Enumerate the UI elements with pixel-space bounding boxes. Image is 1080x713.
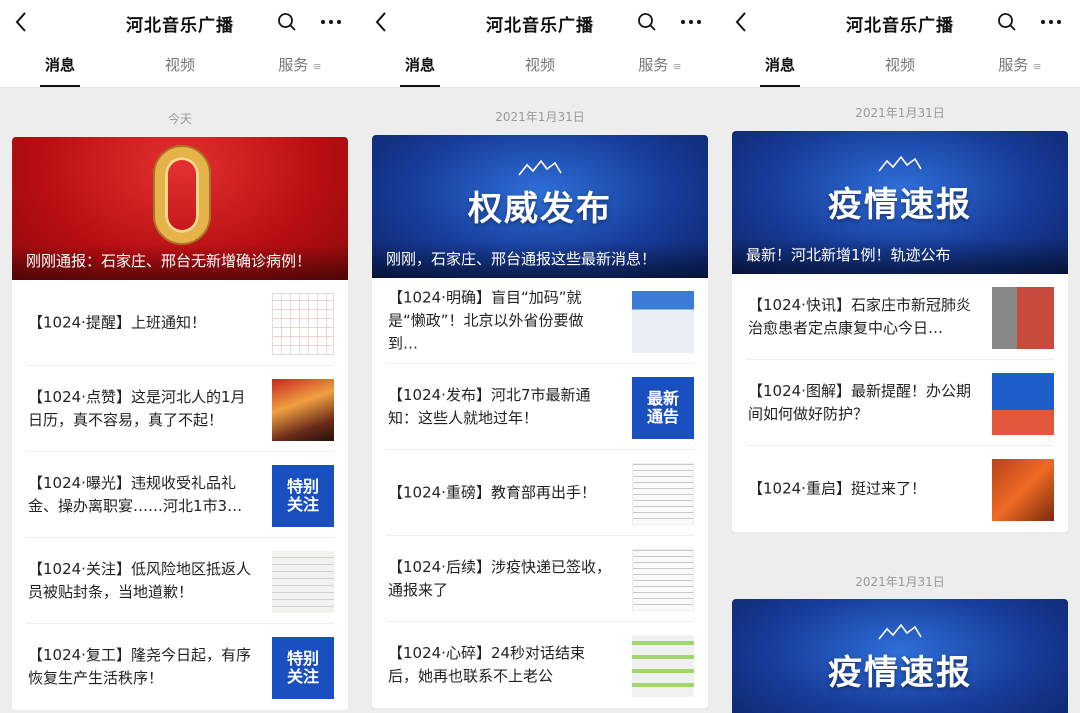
more-icon[interactable] bbox=[680, 13, 702, 31]
banner-title: 权威发布 bbox=[468, 189, 612, 229]
item-title: 【1024·心碎】24秒对话结束后，她再也联系不上老公 bbox=[388, 644, 586, 685]
search-icon[interactable] bbox=[636, 11, 658, 33]
item-thumbnail: 最新 通告 bbox=[632, 377, 694, 439]
tab-video[interactable]: 视频 bbox=[120, 44, 240, 87]
tab-services-label: 服务 bbox=[998, 56, 1029, 74]
item-thumbnail bbox=[992, 459, 1054, 521]
item-thumbnail bbox=[272, 293, 334, 355]
list-item[interactable]: 【1024·复工】隆尧今日起，有序恢复生产生活秩序！ 特别 关注 bbox=[26, 624, 334, 710]
item-title: 【1024·复工】隆尧今日起，有序恢复生产生活秩序！ bbox=[28, 646, 251, 687]
gold-zero-graphic bbox=[155, 147, 209, 243]
account-title: 河北音乐广播 bbox=[126, 16, 234, 36]
list-item[interactable]: 【1024·心碎】24秒对话结束后，她再也联系不上老公 bbox=[386, 622, 694, 708]
tab-services-label: 服务 bbox=[638, 56, 669, 74]
item-thumbnail: 特别 关注 bbox=[272, 637, 334, 699]
item-title: 【1024·快讯】石家庄市新冠肺炎治愈患者定点康复中心今日… bbox=[748, 295, 971, 337]
article-card: 权威发布 刚刚，石家庄、邢台通报这些最新消息！ 【1024·明确】盲目“加码”就… bbox=[372, 135, 708, 708]
top-bar: 河北音乐广播 bbox=[0, 0, 360, 44]
item-title: 【1024·重磅】教育部再出手！ bbox=[388, 483, 596, 501]
tab-video[interactable]: 视频 bbox=[480, 44, 600, 87]
tab-services[interactable]: 服务 ≡ bbox=[960, 44, 1080, 87]
tab-services[interactable]: 服务 ≡ bbox=[240, 44, 360, 87]
tab-services[interactable]: 服务 ≡ bbox=[600, 44, 720, 87]
item-thumbnail bbox=[632, 549, 694, 611]
account-title: 河北音乐广播 bbox=[846, 16, 954, 36]
item-title: 【1024·重启】挺过来了！ bbox=[748, 479, 926, 498]
article-card: 疫情速报 bbox=[732, 599, 1068, 713]
message-date: 2021年1月31日 bbox=[495, 110, 585, 124]
item-title: 【1024·发布】河北7市最新通知：这些人就地过年！ bbox=[388, 385, 591, 427]
banner-headline[interactable]: 刚刚通报：石家庄、邢台无新增确诊病例！ bbox=[12, 137, 348, 280]
more-icon[interactable] bbox=[320, 13, 342, 31]
banner-headline[interactable]: 疫情速报 bbox=[732, 599, 1068, 713]
banner-caption: 最新！河北新增1例！轨迹公布 bbox=[732, 238, 1068, 274]
list-item[interactable]: 【1024·发布】河北7市最新通知：这些人就地过年！ 最新 通告 bbox=[386, 364, 694, 450]
banner-headline[interactable]: 疫情速报 最新！河北新增1例！轨迹公布 bbox=[732, 131, 1068, 274]
tab-messages[interactable]: 消息 bbox=[0, 44, 120, 87]
tab-messages[interactable]: 消息 bbox=[720, 44, 840, 87]
item-thumbnail bbox=[272, 379, 334, 441]
list-item[interactable]: 【1024·后续】涉疫快递已签收，通报来了 bbox=[386, 536, 694, 622]
list-item[interactable]: 【1024·图解】最新提醒！办公期间如何做好防护？ bbox=[746, 360, 1054, 446]
item-thumbnail: 特别 关注 bbox=[272, 465, 334, 527]
message-date: 今天 bbox=[167, 112, 192, 126]
list-item[interactable]: 【1024·重启】挺过来了！ bbox=[746, 446, 1054, 532]
list-item[interactable]: 【1024·点赞】这是河北人的1月日历，真不容易，真了不起！ bbox=[26, 366, 334, 452]
article-card: 刚刚通报：石家庄、邢台无新增确诊病例！ 【1024·提醒】上班通知！ 【1024… bbox=[12, 137, 348, 710]
item-thumbnail bbox=[272, 551, 334, 613]
item-thumbnail bbox=[632, 463, 694, 525]
item-thumbnail bbox=[992, 287, 1054, 349]
list-item[interactable]: 【1024·快讯】石家庄市新冠肺炎治愈患者定点康复中心今日… bbox=[746, 274, 1054, 360]
list-item[interactable]: 【1024·曝光】违规收受礼品礼金、操办离职宴……河北1市3… 特别 关注 bbox=[26, 452, 334, 538]
banner-headline[interactable]: 权威发布 刚刚，石家庄、邢台通报这些最新消息！ bbox=[372, 135, 708, 278]
list-item[interactable]: 【1024·关注】低风险地区抵返人员被贴封条，当地道歉！ bbox=[26, 538, 334, 624]
tab-bar: 消息 视频 服务 ≡ bbox=[0, 44, 360, 88]
item-thumbnail bbox=[632, 291, 694, 353]
banner-title: 疫情速报 bbox=[828, 653, 972, 693]
item-title: 【1024·明确】盲目“加码”就是“懒政”！北京以外省份要做到… bbox=[388, 288, 584, 352]
tab-services-label: 服务 bbox=[278, 56, 309, 74]
top-bar: 河北音乐广播 bbox=[720, 0, 1080, 44]
list-item[interactable]: 【1024·提醒】上班通知！ bbox=[26, 280, 334, 366]
menu-icon: ≡ bbox=[1032, 60, 1042, 73]
menu-icon: ≡ bbox=[312, 60, 322, 73]
station-logo-icon bbox=[878, 623, 922, 640]
banner-caption: 刚刚，石家庄、邢台通报这些最新消息！ bbox=[372, 242, 708, 278]
message-date: 2021年1月31日 bbox=[855, 575, 945, 589]
station-logo-icon bbox=[518, 159, 562, 176]
tab-messages[interactable]: 消息 bbox=[360, 44, 480, 87]
tab-bar: 消息 视频 服务 ≡ bbox=[360, 44, 720, 88]
screenshot: 河北音乐广播 消息 视频 服务 ≡ 今天 刚刚通报：石家庄、邢台无新增确诊病例！ … bbox=[0, 0, 1080, 713]
item-title: 【1024·点赞】这是河北人的1月日历，真不容易，真了不起！ bbox=[28, 387, 246, 429]
item-title: 【1024·后续】涉疫快递已签收，通报来了 bbox=[388, 557, 611, 599]
item-title: 【1024·关注】低风险地区抵返人员被贴封条，当地道歉！ bbox=[28, 559, 251, 601]
tab-bar: 消息 视频 服务 ≡ bbox=[720, 44, 1080, 88]
search-icon[interactable] bbox=[996, 11, 1018, 33]
account-title: 河北音乐广播 bbox=[486, 16, 594, 36]
banner-title: 疫情速报 bbox=[828, 185, 972, 225]
tab-video[interactable]: 视频 bbox=[840, 44, 960, 87]
list-item[interactable]: 【1024·明确】盲目“加码”就是“懒政”！北京以外省份要做到… bbox=[386, 278, 694, 364]
article-card: 疫情速报 最新！河北新增1例！轨迹公布 【1024·快讯】石家庄市新冠肺炎治愈患… bbox=[732, 131, 1068, 532]
more-icon[interactable] bbox=[1040, 13, 1062, 31]
phone-panel-1: 河北音乐广播 消息 视频 服务 ≡ 今天 刚刚通报：石家庄、邢台无新增确诊病例！ … bbox=[0, 0, 360, 713]
item-title: 【1024·曝光】违规收受礼品礼金、操办离职宴……河北1市3… bbox=[28, 473, 243, 515]
banner-caption: 刚刚通报：石家庄、邢台无新增确诊病例！ bbox=[12, 244, 348, 280]
search-icon[interactable] bbox=[276, 11, 298, 33]
menu-icon: ≡ bbox=[672, 60, 682, 73]
top-bar: 河北音乐广播 bbox=[360, 0, 720, 44]
item-title: 【1024·提醒】上班通知！ bbox=[28, 313, 206, 331]
item-thumbnail bbox=[632, 635, 694, 697]
item-title: 【1024·图解】最新提醒！办公期间如何做好防护？ bbox=[748, 381, 971, 423]
phone-panel-2: 河北音乐广播 消息 视频 服务 ≡ 2021年1月31日 权威发布 刚刚，石家庄、… bbox=[360, 0, 720, 713]
item-thumbnail bbox=[992, 373, 1054, 435]
list-item[interactable]: 【1024·重磅】教育部再出手！ bbox=[386, 450, 694, 536]
station-logo-icon bbox=[878, 155, 922, 172]
message-date: 2021年1月31日 bbox=[855, 106, 945, 120]
phone-panel-3: 河北音乐广播 消息 视频 服务 ≡ 2021年1月31日 疫情速报 最新！河北新增… bbox=[720, 0, 1080, 713]
